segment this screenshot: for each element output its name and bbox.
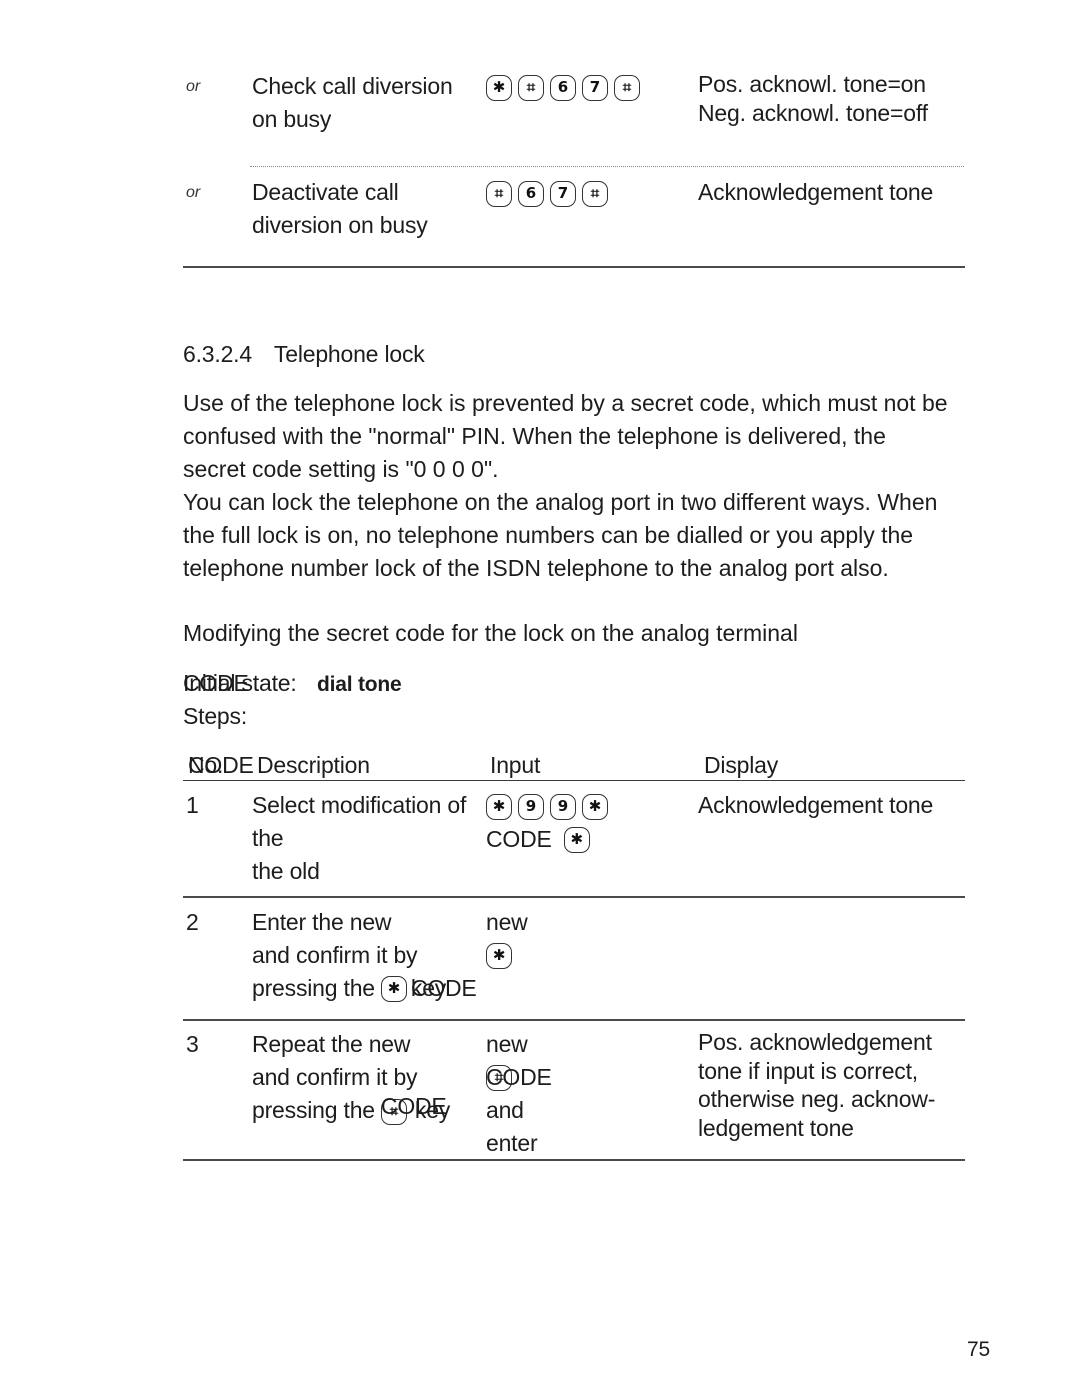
- star-key-icon: ✱: [582, 794, 608, 820]
- hash-key-icon: ⌗: [518, 75, 544, 101]
- description-text: pressing the: [252, 1097, 375, 1123]
- code-overlay-text: CODE: [183, 670, 249, 696]
- digit-key-icon: 7: [582, 75, 608, 101]
- paragraph-line: secret code setting is "0 0 0 0".: [183, 456, 499, 482]
- or-label: or: [186, 78, 201, 95]
- row-rule: [183, 896, 965, 898]
- initial-state-value: dial tone: [316, 673, 402, 696]
- row-rule: [183, 1019, 965, 1021]
- star-key-icon: ✱: [486, 942, 512, 969]
- initial-state: Initial state: CODE dial tone: [183, 667, 402, 701]
- digit-key-icon: 6: [550, 75, 576, 101]
- display-line: otherwise neg. acknow-: [698, 1086, 936, 1112]
- step-description: Enter the new and confirm it by pressing…: [252, 906, 477, 1005]
- hash-key-icon: ⌗: [582, 181, 608, 207]
- description-line: and confirm it by: [252, 942, 418, 968]
- steps-label: Steps:: [183, 703, 248, 729]
- star-key-icon: ✱: [563, 826, 590, 853]
- row-display: Acknowledgement tone: [698, 176, 933, 209]
- hash-key-icon: ⌗: [614, 75, 640, 101]
- step-number: 2: [186, 909, 199, 935]
- code-overlay-text: CODE: [188, 752, 254, 778]
- or-label: or: [186, 184, 201, 201]
- procedure-title: Modifying the secret code for the lock o…: [183, 620, 798, 646]
- star-key-icon: ✱: [486, 794, 512, 820]
- display-line: tone if input is correct,: [698, 1057, 918, 1084]
- step-display: Pos. acknowledgement tone if input is co…: [698, 1028, 935, 1142]
- input-line: CODE and enter: [486, 1064, 552, 1156]
- table-bottom-rule: [183, 266, 965, 268]
- paragraph-line: telephone number lock of the ISDN teleph…: [183, 555, 889, 581]
- row-display: Pos. acknowl. tone=on Neg. acknowl. tone…: [698, 70, 928, 128]
- paragraph-line: Use of the telephone lock is prevented b…: [183, 390, 948, 416]
- digit-key-icon: 6: [518, 181, 544, 207]
- display-line: ledgement tone: [698, 1114, 854, 1141]
- section-title: Telephone lock: [273, 341, 425, 367]
- description-line: Check call diversion: [252, 73, 453, 99]
- description-line: Enter the new: [252, 909, 392, 935]
- step-description: Repeat the new and confirm it by pressin…: [252, 1028, 450, 1127]
- paragraph-line: the full lock is on, no telephone number…: [183, 522, 914, 548]
- display-line: Pos. acknowledgement: [698, 1029, 932, 1055]
- paragraph-line: You can lock the telephone on the analog…: [183, 489, 938, 515]
- table-bottom-rule: [183, 1159, 965, 1161]
- row-description: Check call diversion on busy: [252, 70, 453, 136]
- star-key-icon: ✱: [486, 75, 512, 101]
- description-line: Deactivate call: [252, 179, 399, 205]
- description-text: pressing the: [252, 975, 375, 1001]
- description-line: Repeat the new: [252, 1031, 411, 1057]
- digit-key-icon: 9: [518, 794, 544, 820]
- description-line: Select modification of: [252, 792, 467, 818]
- key-sequence: ⌗ 6 7 ⌗: [486, 181, 614, 207]
- display-line: Pos. acknowl. tone=on: [698, 71, 926, 97]
- dotted-divider: [250, 166, 964, 167]
- code-text: CODE: [486, 826, 552, 852]
- digit-key-icon: 7: [550, 181, 576, 207]
- header-rule: [183, 780, 965, 781]
- row-description: Deactivate call diversion on busy: [252, 176, 428, 242]
- page-number: 75: [967, 1338, 990, 1361]
- hash-key-icon: ⌗: [486, 181, 512, 207]
- input-line: new: [486, 1031, 528, 1057]
- description-line: on busy: [252, 106, 332, 132]
- header-description: Description: [257, 752, 370, 778]
- description-line: diversion on busy: [252, 212, 428, 238]
- step-display: Acknowledgement tone: [698, 792, 934, 818]
- step-number: 3: [186, 1031, 199, 1057]
- display-line: Acknowledgement tone: [698, 179, 934, 205]
- header-input: Input: [490, 752, 541, 778]
- intro-paragraph: Use of the telephone lock is prevented b…: [183, 387, 973, 585]
- step-description: Select modification of the the old: [252, 789, 466, 888]
- description-line: pressing the ✱ key CODE: [252, 972, 477, 1005]
- step-number: 1: [186, 792, 199, 818]
- description-line: the: [252, 825, 284, 851]
- digit-key-icon: 9: [550, 794, 576, 820]
- header-no: No. CODE: [188, 749, 254, 782]
- code-overlay-text: CODE: [380, 1093, 447, 1119]
- step-input: new ✱: [486, 906, 528, 972]
- input-line: new: [486, 909, 528, 935]
- step-input: new ⌗ CODE and enter: [486, 1028, 552, 1156]
- code-overlay-text: CODE: [410, 975, 477, 1001]
- section-number: 6.3.2.4: [183, 341, 252, 367]
- description-line: pressing the ⌗ CODE key: [252, 1093, 450, 1127]
- key-sequence: ✱ 9 9 ✱: [486, 794, 614, 820]
- step-input-line: CODE ✱: [486, 823, 596, 856]
- star-key-icon: ✱: [380, 975, 407, 1002]
- paragraph-line: confused with the "normal" PIN. When the…: [183, 423, 886, 449]
- key-sequence: ✱ ⌗ 6 7 ⌗: [486, 75, 646, 101]
- header-display: Display: [704, 752, 779, 778]
- description-line: the old: [252, 858, 320, 884]
- section-heading: 6.3.2.4 Telephone lock: [183, 338, 425, 371]
- display-line: Neg. acknowl. tone=off: [698, 100, 928, 126]
